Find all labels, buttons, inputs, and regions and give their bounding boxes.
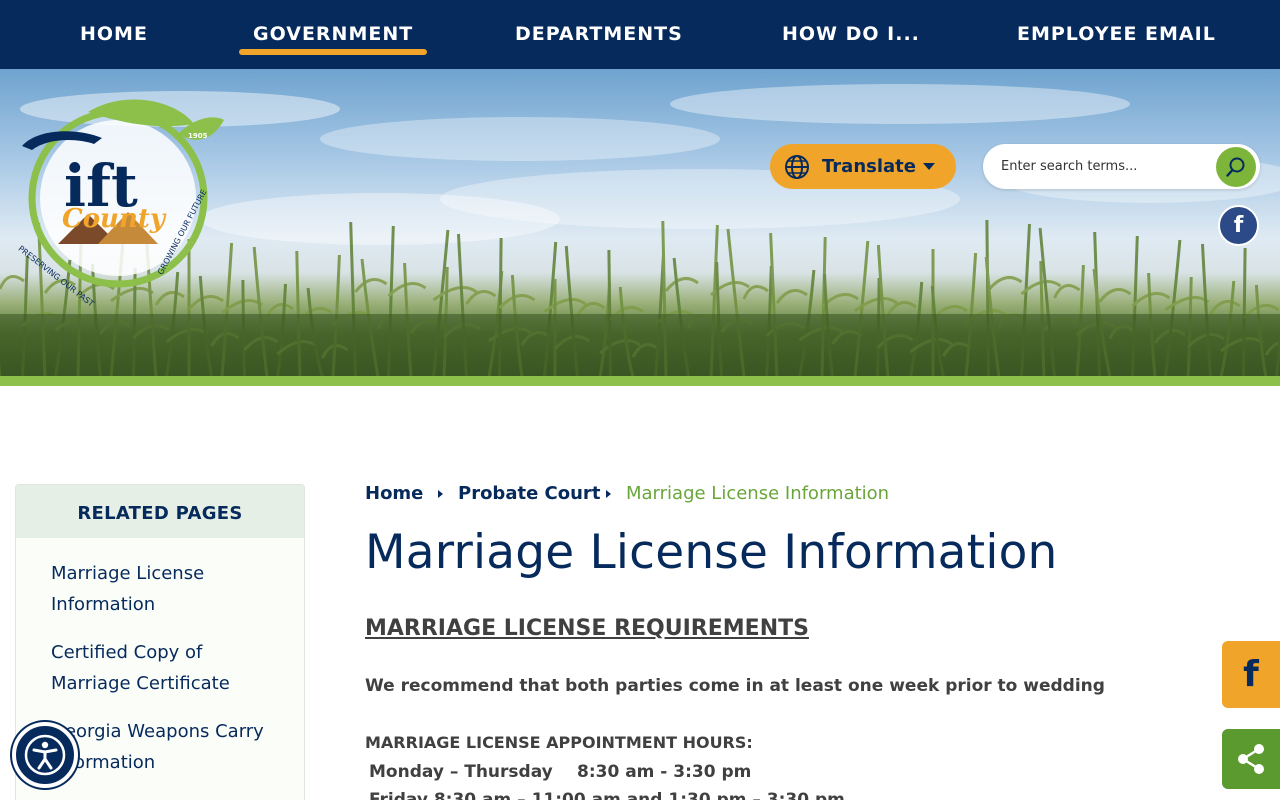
nav-item-government[interactable]: GOVERNMENT [238,0,428,69]
sidebar-link-marriage-license[interactable]: Marriage License Information [51,558,291,620]
breadcrumb-probate-court[interactable]: Probate Court [458,482,600,506]
friday-hours: Friday 8:30 am – 11:00 am and 1:30 pm – … [369,790,845,800]
breadcrumb-home[interactable]: Home [365,482,423,506]
sidebar-link-line: Georgia Weapons Carry [51,721,264,742]
page-title: Marriage License Information [365,525,1058,580]
tift-county-logo[interactable]: ift County PRESERVING OUR PAST GROWING O… [16,94,226,309]
chevron-down-icon [923,163,935,170]
hours-heading: MARRIAGE LICENSE APPOINTMENT HOURS: [365,733,753,752]
hours-days: Monday – Thursday [369,762,553,782]
share-button[interactable] [1222,729,1280,789]
sidebar-link-weapons-carry[interactable]: Georgia Weapons Carry Information [51,716,291,778]
translate-label: Translate [822,156,916,177]
accessibility-button[interactable] [12,722,78,788]
sidebar-link-line: Information [51,752,156,773]
nav-item-home[interactable]: HOME [80,0,148,69]
sidebar-link-certified-copy[interactable]: Certified Copy of Marriage Certificate [51,637,291,699]
facebook-share-button[interactable]: f [1222,641,1280,708]
search-input[interactable] [1001,144,1211,189]
globe-icon [785,155,809,179]
search-button[interactable] [1216,147,1256,187]
nav-item-employee-email[interactable]: EMPLOYEE EMAIL [1017,0,1216,69]
hero-accent-stripe [0,376,1280,386]
accessibility-icon [24,734,66,776]
facebook-icon: f [1233,213,1244,238]
logo-script-text: County [62,204,165,234]
logo-year: 1905 [188,132,208,140]
search-icon [1226,157,1245,177]
related-pages-heading: RELATED PAGES [16,485,304,538]
facebook-header-link[interactable]: f [1218,205,1259,246]
nav-item-how-do-i[interactable]: HOW DO I... [782,0,920,69]
facebook-icon: f [1243,654,1259,695]
breadcrumb-separator-icon [606,490,611,498]
nav-item-departments[interactable]: DEPARTMENTS [515,0,683,69]
sidebar-link-line: Marriage License [51,563,205,584]
sidebar-link-line: Information [51,594,156,615]
section-title: MARRIAGE LICENSE REQUIREMENTS [365,616,809,641]
sidebar-link-line: Certified Copy of [51,642,203,663]
top-navigation: HOME GOVERNMENT DEPARTMENTS HOW DO I... … [0,0,1280,69]
hours-time: 8:30 am - 3:30 pm [577,762,752,782]
recommend-text: We recommend that both parties come in a… [365,676,1105,696]
breadcrumb-current: Marriage License Information [626,483,890,504]
share-icon [1238,744,1264,774]
translate-button[interactable]: Translate [770,144,956,189]
sidebar-link-line: Marriage Certificate [51,673,230,694]
breadcrumb-separator-icon [438,490,443,498]
